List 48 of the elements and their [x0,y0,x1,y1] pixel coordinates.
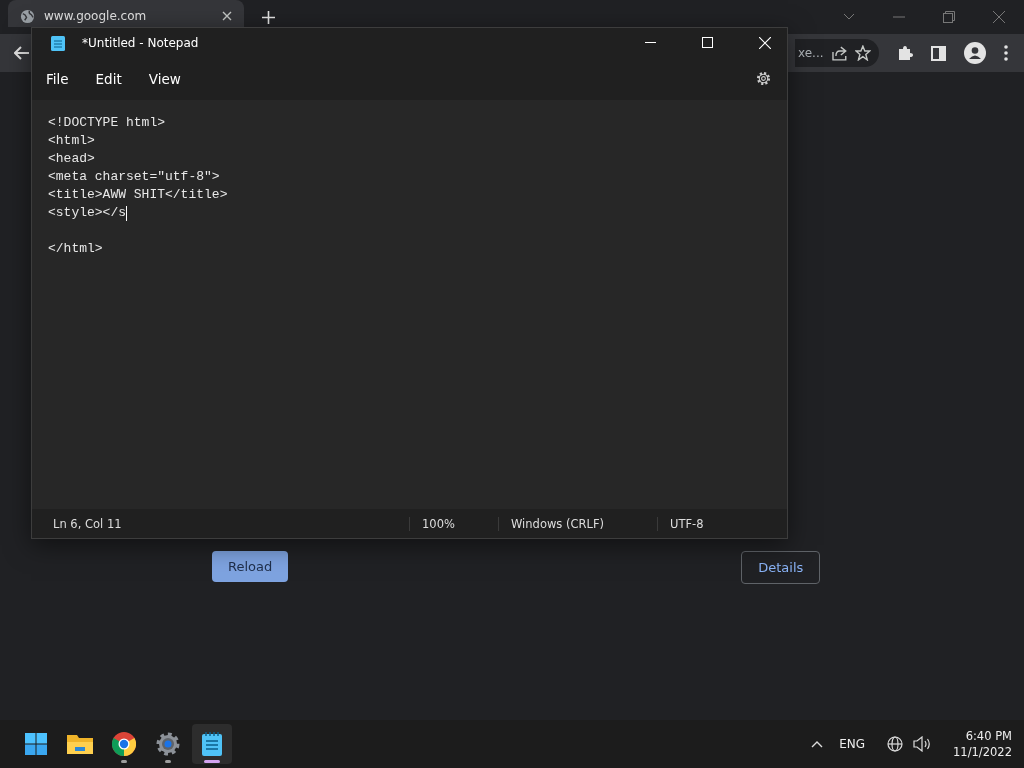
browser-tab[interactable]: www.google.com [8,0,244,27]
details-button[interactable]: Details [741,551,821,584]
new-tab-icon[interactable] [262,10,275,24]
status-text: 100% [409,516,498,531]
notepad-icon [202,732,222,756]
back-arrow-icon[interactable] [14,46,30,60]
code-line: <head> [48,150,95,168]
status-text: Ln 6, Col 11 [52,516,123,531]
speaker-icon[interactable] [913,736,932,752]
menu-item[interactable]: Edit [95,66,122,91]
tab-title: www.google.com [44,9,148,23]
folder-icon [67,733,93,755]
more-menu-icon[interactable] [1004,45,1008,61]
clock-time: 6:40 PM [965,728,1012,744]
menu-item[interactable]: File [46,66,69,91]
menu-item[interactable]: View [148,66,181,91]
address-bar[interactable]: xe... [795,39,879,67]
reload-button[interactable]: Reload [212,551,289,582]
window-title: *Untitled - Notepad [82,35,199,50]
code-line: <html> [48,132,95,150]
code-line: <!DOCTYPE html> [48,114,166,132]
share-icon[interactable] [831,45,848,61]
profile-icon[interactable] [964,42,986,64]
status-text: UTF-8 [657,516,704,531]
clock-date: 11/1/2022 [953,744,1012,760]
gear-icon [156,732,180,756]
chevron-up-icon[interactable] [811,740,824,748]
restore-icon[interactable] [943,11,955,23]
code-line: </html> [48,240,103,258]
chevron-down-icon[interactable] [843,13,855,21]
maximize-icon[interactable] [702,37,713,48]
close-icon[interactable] [222,11,232,21]
code-line: <meta charset="utf-8"> [48,168,220,186]
status-text: Windows (CRLF) [498,516,657,531]
windows-logo-icon [25,733,47,755]
language-indicator[interactable]: ENG [839,737,866,751]
puzzle-piece-icon[interactable] [897,45,913,61]
code-line: <title>AWW SHIT</title> [48,186,228,204]
globe-icon[interactable] [887,736,904,752]
notepad-taskbar-button[interactable] [192,724,232,764]
code-line: <style></s [48,204,126,222]
side-panel-icon[interactable] [931,45,946,61]
star-icon[interactable] [855,45,871,61]
settings-icon[interactable] [756,71,771,86]
notepad-icon [51,34,65,51]
chrome-logo-icon [112,732,136,756]
address-text: xe... [798,46,824,60]
globe-icon [20,8,35,24]
